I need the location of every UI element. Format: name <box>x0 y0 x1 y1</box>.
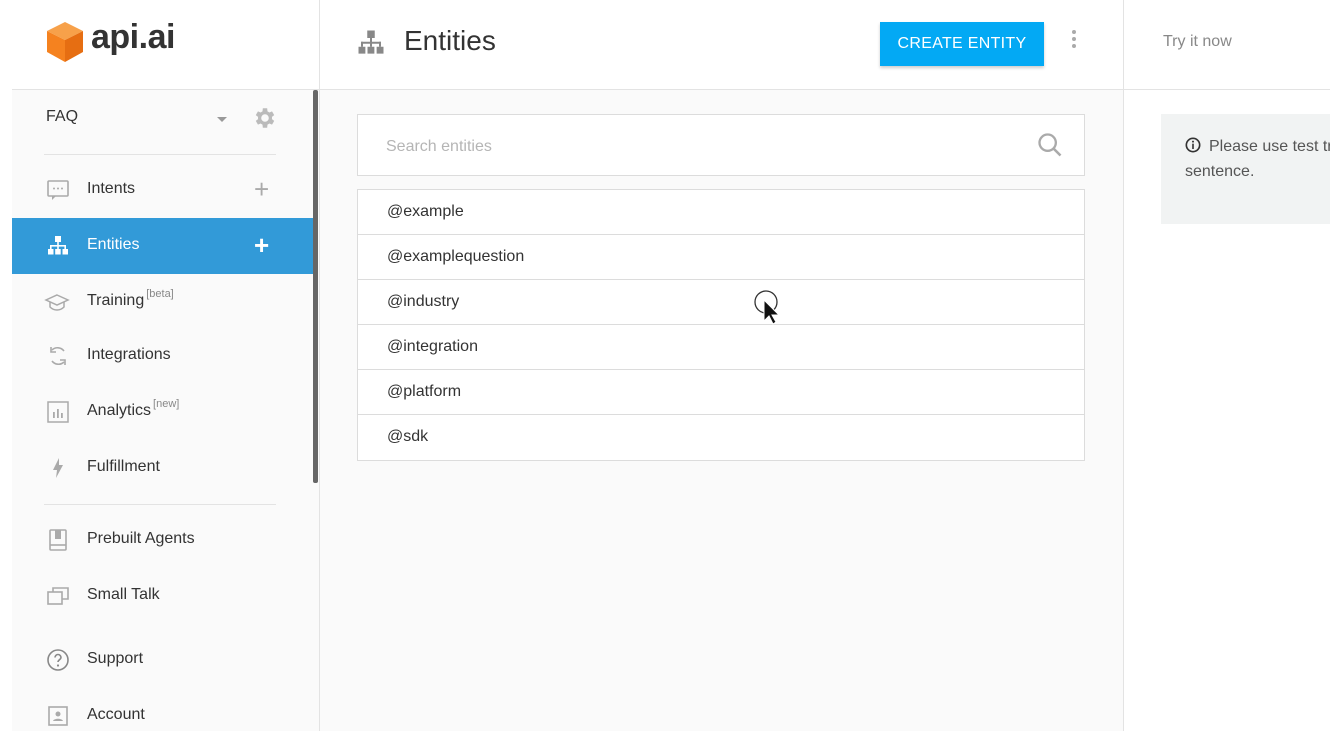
sync-icon <box>50 346 66 366</box>
sidebar-item-integrations[interactable]: Integrations <box>12 328 313 384</box>
sidebar-item-label: Small Talk <box>87 586 160 603</box>
beta-tag: [beta] <box>146 288 174 300</box>
sidebar-item-label: Intents <box>87 180 136 197</box>
entity-name[interactable]: @example <box>387 203 464 221</box>
logo-area: api.ai <box>12 0 319 90</box>
sidebar-item-label: Training [beta] <box>87 288 174 310</box>
entity-row[interactable]: @integration <box>358 325 1084 370</box>
create-entity-button[interactable]: CREATE ENTITY <box>880 22 1044 66</box>
agent-selector[interactable]: FAQ <box>12 90 319 154</box>
entity-row[interactable]: @platform <box>358 370 1084 415</box>
sidebar-item-small-talk[interactable]: Small Talk <box>12 568 313 624</box>
sidebar-item-label: Entities <box>87 236 140 253</box>
bar-chart-icon <box>47 401 69 423</box>
mouse-cursor-icon <box>754 290 781 325</box>
agent-name[interactable]: FAQ <box>46 108 78 126</box>
divider <box>44 154 276 155</box>
sidebar-item-label: Prebuilt Agents <box>87 530 195 547</box>
chat-icon <box>47 180 69 200</box>
entity-row[interactable]: @industry <box>358 280 1084 325</box>
bolt-icon <box>53 458 63 478</box>
sidebar-item-support[interactable]: Support <box>12 632 313 688</box>
new-tag: [new] <box>153 398 180 410</box>
windows-icon <box>47 587 69 605</box>
entity-name[interactable]: @platform <box>387 383 461 401</box>
entity-list: @example @examplequestion @industry @int… <box>357 189 1085 461</box>
sitemap-icon <box>358 30 384 54</box>
caret-down-icon[interactable] <box>217 117 227 122</box>
sidebar-item-intents[interactable]: Intents + <box>12 162 313 218</box>
search-icon[interactable] <box>1036 131 1064 159</box>
entity-name[interactable]: @integration <box>387 338 478 356</box>
analytics-label: Analytics <box>87 402 152 419</box>
sidebar: api.ai FAQ Intents + Entities + Training… <box>12 0 320 731</box>
account-icon <box>48 706 68 726</box>
entity-row[interactable]: @example <box>358 190 1084 235</box>
sidebar-item-label: Integrations <box>87 346 171 363</box>
gear-icon[interactable] <box>252 105 278 131</box>
book-icon <box>49 529 67 551</box>
info-text: Please use test try a sentence. <box>1185 134 1330 184</box>
entity-name[interactable]: @sdk <box>387 428 428 446</box>
sidebar-item-account[interactable]: Account <box>12 688 313 731</box>
info-icon <box>1185 137 1201 153</box>
left-gutter <box>0 0 12 731</box>
sidebar-item-label: Fulfillment <box>87 458 160 475</box>
page-title: Entities <box>404 25 496 56</box>
add-intent-icon[interactable]: + <box>254 176 269 202</box>
sidebar-item-fulfillment[interactable]: Fulfillment <box>12 440 313 496</box>
sidebar-scrollbar[interactable] <box>313 90 318 483</box>
main-panel: Entities CREATE ENTITY @example @example… <box>320 0 1123 731</box>
info-message: Please use test try a sentence. <box>1185 138 1330 180</box>
training-label: Training <box>87 292 145 309</box>
sidebar-item-label: Account <box>87 706 145 723</box>
test-console-header: Try it now <box>1124 0 1330 90</box>
entity-row[interactable]: @sdk <box>358 415 1084 460</box>
info-box: Please use test try a sentence. <box>1161 114 1330 224</box>
sitemap-icon <box>48 236 68 255</box>
logo-text[interactable]: api.ai <box>91 18 175 57</box>
main-header: Entities CREATE ENTITY <box>320 0 1123 90</box>
test-console-panel: Try it now Please use test try a sentenc… <box>1123 0 1330 731</box>
add-entity-icon[interactable]: + <box>254 232 269 258</box>
try-it-now-input[interactable]: Try it now <box>1163 33 1232 51</box>
logo-cube-icon <box>47 22 83 62</box>
entity-name[interactable]: @examplequestion <box>387 248 524 266</box>
more-options-icon[interactable] <box>1070 30 1078 52</box>
search-input[interactable] <box>384 133 988 161</box>
sidebar-item-prebuilt-agents[interactable]: Prebuilt Agents <box>12 512 313 568</box>
sidebar-item-training[interactable]: Training [beta] <box>12 274 313 330</box>
divider <box>44 504 276 505</box>
sidebar-item-analytics[interactable]: Analytics [new] <box>12 384 313 440</box>
graduation-cap-icon <box>44 294 70 311</box>
entity-row[interactable]: @examplequestion <box>358 235 1084 280</box>
sidebar-item-label: Analytics [new] <box>87 398 179 420</box>
entity-name[interactable]: @industry <box>387 293 459 311</box>
search-box <box>357 114 1085 176</box>
sidebar-item-entities[interactable]: Entities + <box>12 218 313 274</box>
help-icon <box>47 649 69 671</box>
sidebar-item-label: Support <box>87 650 144 667</box>
